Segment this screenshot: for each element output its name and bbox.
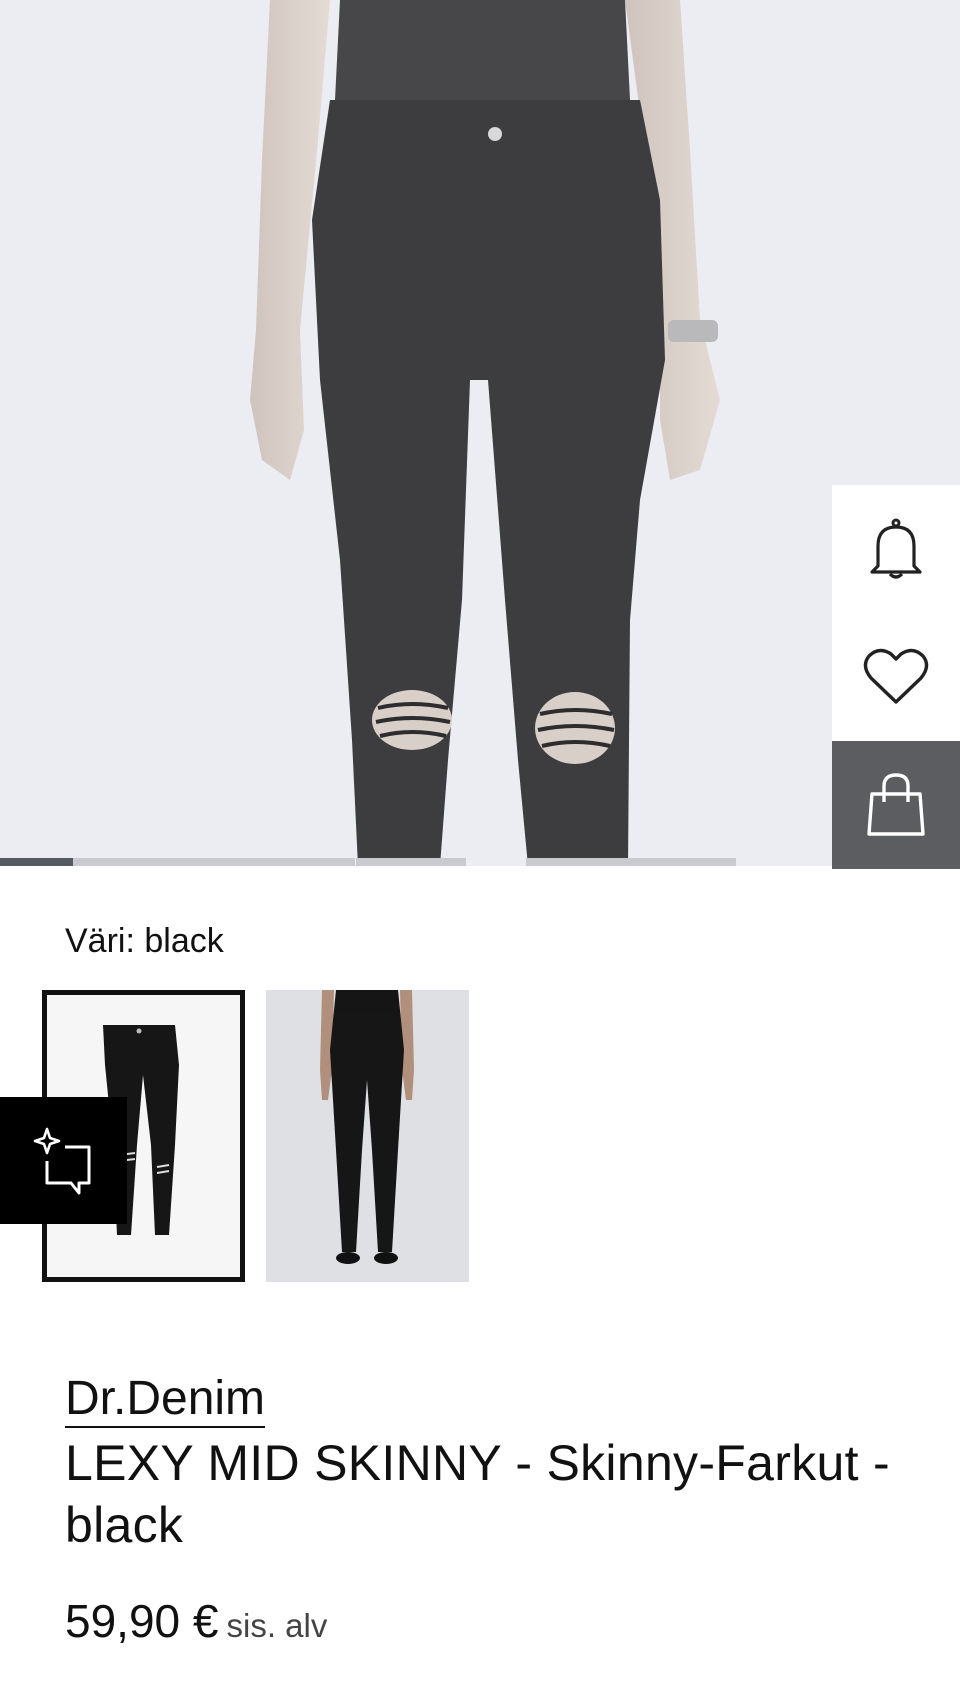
- product-title: LEXY MID SKINNY - Skinny-Farkut - black: [65, 1435, 890, 1553]
- hero-photo: [0, 0, 960, 866]
- action-rail: [832, 485, 960, 869]
- vat-note: sis. alv: [226, 1607, 328, 1644]
- heart-icon: [863, 648, 929, 704]
- shopping-bag-icon: [867, 773, 925, 836]
- brand-link[interactable]: Dr.Denim: [65, 1372, 266, 1428]
- product-hero-image[interactable]: [0, 0, 960, 866]
- ai-assistant-button[interactable]: [0, 1097, 127, 1224]
- wishlist-button[interactable]: [832, 613, 960, 741]
- color-label: Väri: black: [65, 922, 224, 960]
- price-value: 59,90 €: [65, 1595, 219, 1647]
- gallery-progress-active[interactable]: [0, 858, 73, 866]
- gallery-progress-segment[interactable]: [526, 858, 736, 866]
- bell-icon: [870, 518, 922, 579]
- notify-button[interactable]: [832, 485, 960, 613]
- gallery-progress-segment[interactable]: [73, 858, 355, 866]
- add-to-cart-button[interactable]: [832, 741, 960, 869]
- model-full-body-image: [266, 990, 469, 1282]
- price: 59,90 € sis. alv: [65, 1594, 327, 1648]
- color-thumbnail[interactable]: [266, 990, 469, 1282]
- gallery-progress-segment[interactable]: [356, 858, 466, 866]
- ai-sparkle-chat-icon: [33, 1127, 90, 1194]
